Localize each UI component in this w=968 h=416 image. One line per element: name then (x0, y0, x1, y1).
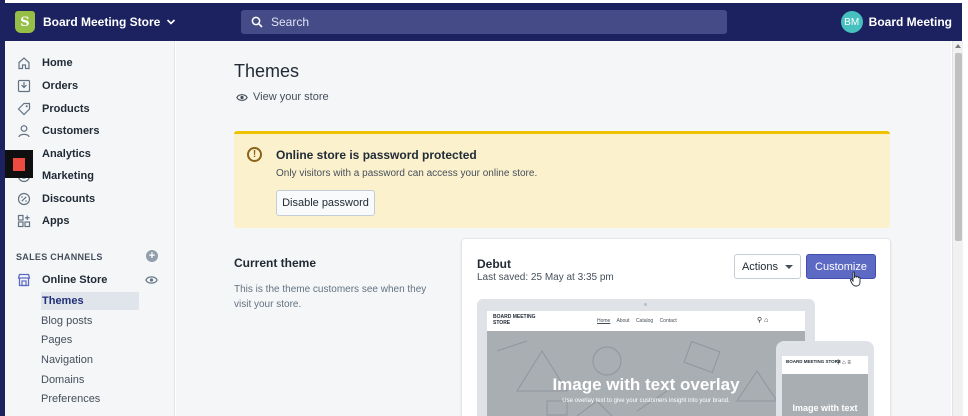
preview-link: Home (597, 318, 611, 324)
sidebar-item-orders[interactable]: Orders (16, 76, 78, 96)
warning-icon: ! (247, 147, 262, 162)
mobile-preview-hero: Image with text (782, 374, 868, 416)
banner-title: Online store is password protected (276, 148, 477, 162)
preview-hero-subtitle: Use overlay text to give your customers … (562, 398, 730, 404)
current-theme-title: Current theme (234, 256, 317, 270)
chevron-down-icon (167, 19, 176, 25)
preview-hero: Image with text overlay Use overlay text… (487, 331, 805, 416)
actions-button[interactable]: Actions (734, 254, 801, 279)
preview-hero-title: Image with text overlay (552, 375, 740, 394)
page-title: Themes (234, 61, 300, 81)
mobile-preview-screen: BOARD MEETING STORE ⚲ ⌂ ≡ Image with tex… (782, 356, 868, 416)
caret-down-icon (785, 264, 794, 269)
sidebar-item-label: Apps (42, 215, 70, 227)
actions-label: Actions (741, 260, 779, 273)
disable-password-button[interactable]: Disable password (276, 190, 375, 216)
sidebar: Home Orders Products Customers Analytics… (5, 41, 175, 416)
sidebar-subitem-domains[interactable]: Domains (41, 374, 84, 386)
sidebar-item-label: Marketing (42, 170, 94, 182)
sidebar-item-products[interactable]: Products (16, 99, 90, 119)
search-input[interactable] (271, 15, 691, 29)
sidebar-item-label: Analytics (42, 148, 91, 160)
sidebar-subitem-navigation[interactable]: Navigation (41, 354, 93, 366)
sidebar-subitem-themes[interactable]: Themes (41, 292, 139, 310)
preview-link: Contact (659, 318, 677, 324)
store-icon (16, 272, 32, 288)
scroll-up-arrow-icon[interactable] (955, 44, 961, 48)
eye-icon (236, 93, 248, 101)
theme-card: Debut Last saved: 25 May at 3:35 pm Acti… (462, 239, 890, 416)
camera-dot (644, 303, 647, 306)
window-edge (963, 0, 968, 416)
home-icon (16, 55, 32, 71)
sidebar-item-apps[interactable]: Apps (16, 211, 70, 231)
hand-cursor-icon (849, 271, 861, 287)
orders-icon (16, 78, 32, 94)
sidebar-item-label: Online Store (42, 274, 108, 286)
recording-indicator-icon (5, 150, 33, 178)
preview-search-cart-icons: ⚲ ⌂ (757, 317, 769, 324)
sales-channels-title: SALES CHANNELS (16, 252, 103, 262)
mobile-preview-icons: ⚲ ⌂ ≡ (836, 360, 851, 366)
view-store-link[interactable]: View your store (236, 91, 329, 103)
sidebar-item-label: Customers (42, 125, 100, 137)
sidebar-subitem-preferences[interactable]: Preferences (41, 393, 100, 405)
eye-icon[interactable] (145, 274, 158, 288)
main-content: Themes View your store ! Online store is… (176, 41, 951, 416)
preview-link: About (616, 318, 630, 324)
top-bar: S Board Meeting Store BM Board Meeting (5, 3, 962, 41)
avatar: BM (840, 11, 863, 33)
sidebar-item-online-store[interactable]: Online Store (16, 270, 107, 290)
mobile-preview-logo: BOARD MEETING STORE (786, 359, 841, 364)
current-theme-description: This is the theme customers see when the… (234, 284, 427, 310)
preview-link: Catalog (635, 318, 654, 324)
store-switcher[interactable]: S Board Meeting Store (5, 11, 241, 33)
shopify-logo-icon: S (15, 11, 35, 33)
sidebar-subitem-pages[interactable]: Pages (41, 334, 72, 346)
sidebar-item-label: Home (42, 57, 73, 69)
vertical-scrollbar[interactable] (952, 41, 963, 416)
theme-last-saved: Last saved: 25 May at 3:35 pm (477, 272, 614, 283)
password-warning-banner: ! Online store is password protected Onl… (234, 131, 890, 228)
sidebar-item-label: Discounts (42, 193, 96, 205)
theme-name: Debut (477, 257, 511, 271)
customize-button[interactable]: Customize (806, 254, 876, 279)
preview-nav-links: Home About Catalog Contact (597, 318, 682, 324)
account-menu[interactable]: BM Board Meeting (840, 11, 952, 33)
preview-store-logo: BOARD MEETING STORE (493, 314, 536, 326)
sidebar-item-customers[interactable]: Customers (16, 121, 99, 141)
tag-icon (16, 101, 32, 117)
sidebar-item-home[interactable]: Home (16, 53, 73, 73)
sidebar-item-discounts[interactable]: Discounts (16, 189, 95, 209)
account-name: Board Meeting (868, 15, 952, 29)
discount-icon (16, 191, 32, 207)
search-icon (251, 16, 263, 28)
mobile-theme-preview[interactable]: BOARD MEETING STORE ⚲ ⌂ ≡ Image with tex… (776, 341, 874, 416)
store-name: Board Meeting Store (43, 15, 161, 29)
sidebar-subitem-blog-posts[interactable]: Blog posts (41, 315, 92, 327)
mobile-preview-hero-title: Image with text (792, 403, 858, 413)
person-icon (16, 123, 32, 139)
sidebar-item-label: Orders (42, 80, 79, 92)
view-store-label: View your store (253, 91, 329, 103)
sidebar-item-label: Products (42, 103, 90, 115)
banner-body: Only visitors with a password can access… (276, 168, 538, 179)
preview-screen: BOARD MEETING STORE Home About Catalog C… (487, 311, 805, 416)
search-bar[interactable] (241, 10, 727, 34)
add-sales-channel-button[interactable]: + (146, 250, 158, 262)
apps-icon (16, 213, 32, 229)
scroll-thumb[interactable] (955, 53, 962, 241)
desktop-theme-preview[interactable]: BOARD MEETING STORE Home About Catalog C… (477, 299, 815, 416)
